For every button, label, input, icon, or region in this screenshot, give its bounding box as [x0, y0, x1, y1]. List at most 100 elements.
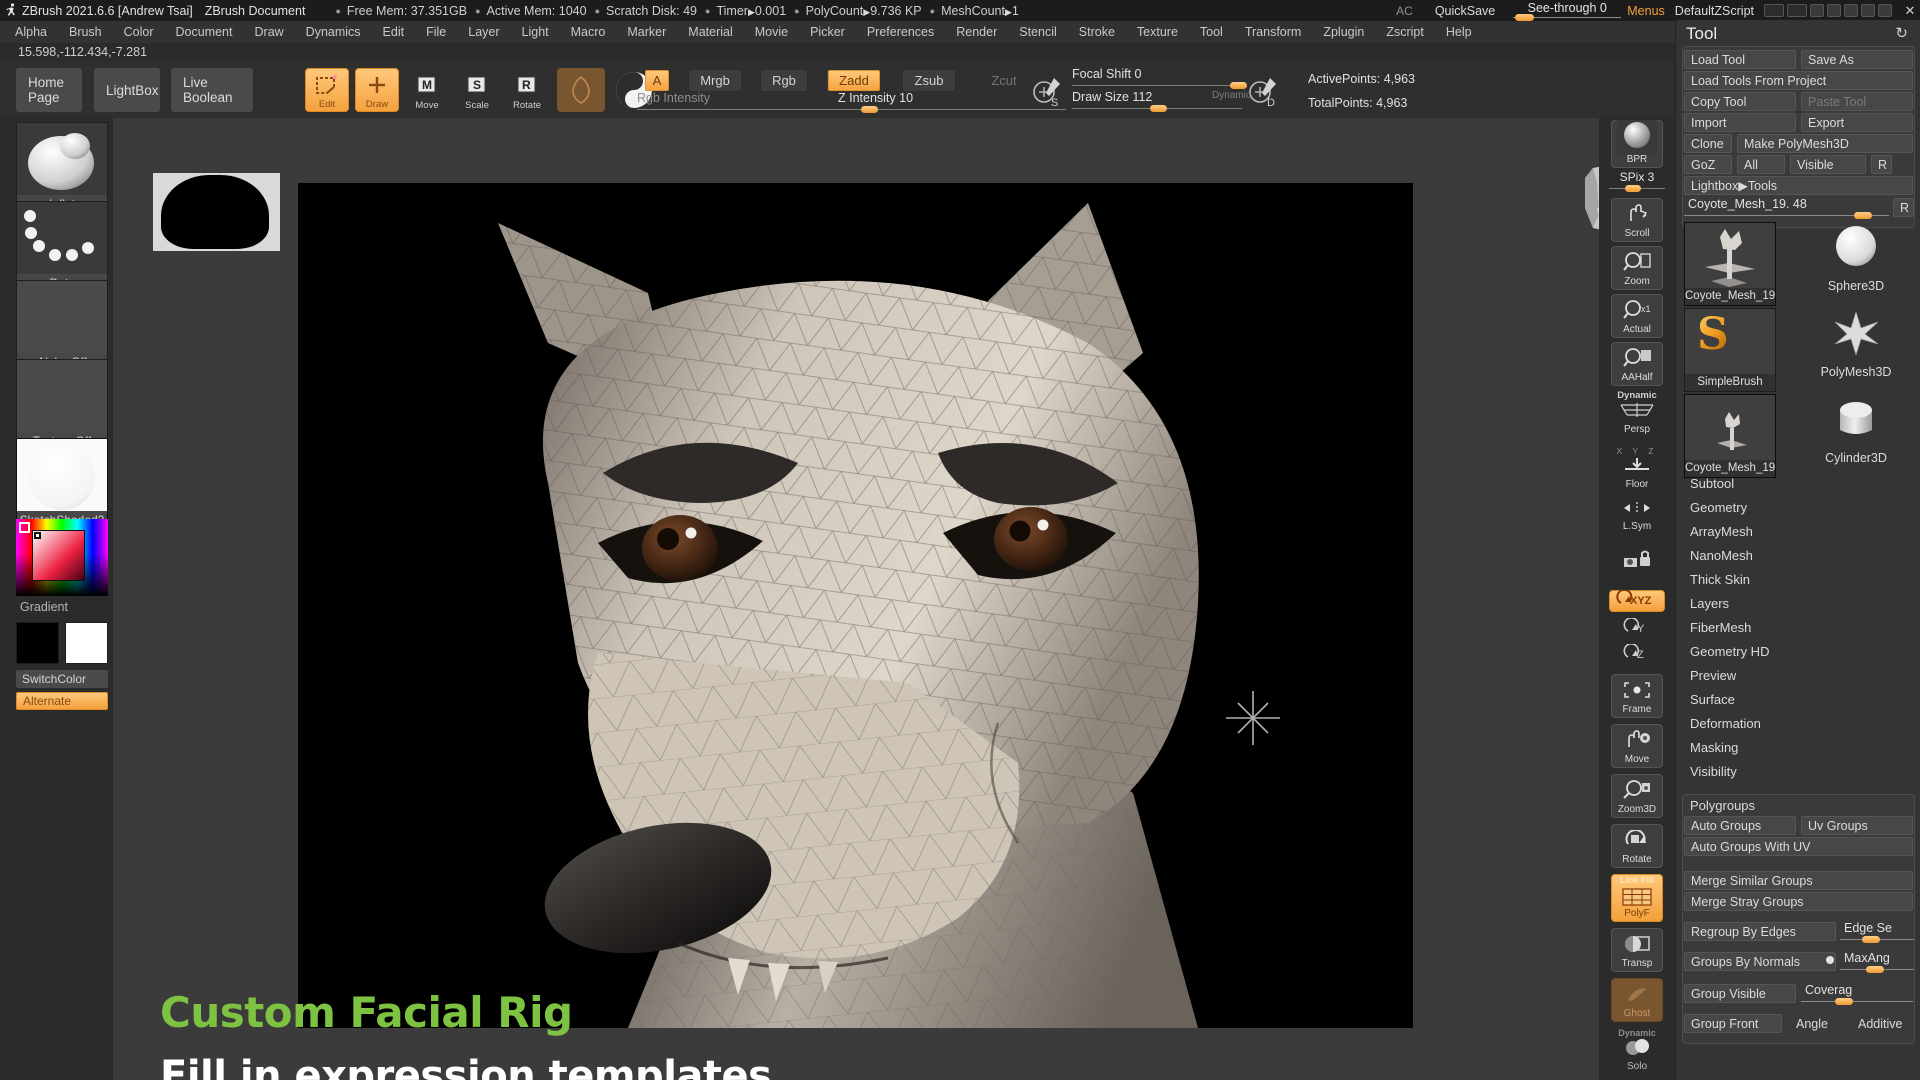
menu-file[interactable]: File [415, 22, 457, 42]
tool-paste-tool-button[interactable]: Paste Tool [1801, 92, 1913, 111]
tool-section-surface[interactable]: Surface [1690, 692, 1735, 707]
tool-export-button[interactable]: Export [1801, 113, 1913, 132]
shelf-current-brush-slot[interactable] [557, 68, 605, 112]
tool-thumbnail-1[interactable]: Sphere3D [1806, 224, 1906, 293]
menu-movie[interactable]: Movie [744, 22, 799, 42]
rshelf-transp-button[interactable]: Transp [1611, 928, 1663, 972]
tool-groups-by-normals-button[interactable]: Groups By Normals [1684, 952, 1836, 971]
menu-texture[interactable]: Texture [1126, 22, 1189, 42]
tool-group-visible-button[interactable]: Group Visible [1684, 984, 1796, 1003]
close-icon[interactable]: ✕ [1900, 3, 1920, 19]
shelf-home-page-button[interactable]: Home Page [16, 68, 82, 112]
spix-slider[interactable]: SPix 3 [1609, 170, 1665, 192]
reset-circular-arrow-icon[interactable]: ↻ [1895, 24, 1908, 42]
shelf-mode-mrgb[interactable]: Mrgb [689, 70, 741, 91]
tool-regroup-by-edges-button[interactable]: Regroup By Edges [1684, 922, 1836, 941]
ui-toggle-icon-2[interactable] [1787, 4, 1807, 17]
tool-section-layers[interactable]: Layers [1690, 596, 1729, 611]
shelf-rotate-button[interactable]: R Rotate [505, 68, 549, 112]
menu-dynamics[interactable]: Dynamics [295, 22, 372, 42]
current-tool-slider[interactable]: Coyote_Mesh_19. 48 [1684, 197, 1889, 219]
see-through-slider[interactable]: See-through 0 [1513, 0, 1622, 21]
tool-thumbnail-3[interactable]: PolyMesh3D [1806, 310, 1906, 379]
rshelf-aahalf-button[interactable]: AAHalf [1611, 342, 1663, 386]
rshelf-zoom3d-button[interactable]: Zoom3D [1611, 774, 1663, 818]
tool-goz-button[interactable]: GoZ [1684, 155, 1732, 174]
focal-shift-slider[interactable]: Focal Shift 0 [1072, 67, 1248, 90]
rshelf-polyf-button[interactable]: Line Fill PolyF [1611, 874, 1663, 922]
tool-section-visibility[interactable]: Visibility [1690, 764, 1737, 779]
menu-picker[interactable]: Picker [799, 22, 856, 42]
menu-draw[interactable]: Draw [244, 22, 295, 42]
tool-lightbox-tools-button[interactable]: Lightbox▶Tools [1684, 176, 1913, 195]
tool-section-subtool[interactable]: Subtool [1690, 476, 1734, 491]
tool-section-nanomesh[interactable]: NanoMesh [1690, 548, 1753, 563]
groups-by-normals-toggle[interactable] [1826, 956, 1834, 964]
menu-stroke[interactable]: Stroke [1068, 22, 1126, 42]
menu-alpha[interactable]: Alpha [4, 22, 58, 42]
ui-toggle-icon-1[interactable] [1764, 4, 1784, 17]
edge-select-knob[interactable] [1862, 936, 1881, 943]
rshelf-rotate-button[interactable]: Rotate [1611, 824, 1663, 868]
bpr-button[interactable]: BPR [1611, 120, 1663, 168]
switch-color-button[interactable]: SwitchColor [16, 670, 108, 688]
tool-thumbnail-4[interactable]: Coyote_Mesh_19 [1684, 394, 1776, 478]
menu-transform[interactable]: Transform [1234, 22, 1313, 42]
tool-uv-groups-button[interactable]: Uv Groups [1801, 816, 1913, 835]
menu-layer[interactable]: Layer [457, 22, 510, 42]
persp-button[interactable]: Dynamic Persp [1609, 390, 1665, 435]
coverage-slider[interactable]: Coverag [1801, 983, 1913, 1005]
menus-label[interactable]: Menus [1627, 4, 1665, 18]
left-material-slot[interactable]: SketchShaded2 [16, 438, 108, 531]
main-color-swatch[interactable] [16, 622, 59, 664]
shelf-move-button[interactable]: M Move [405, 68, 449, 112]
tool-auto-groups-with-uv-button[interactable]: Auto Groups With UV [1684, 837, 1913, 856]
shelf-mode-a[interactable]: A [645, 70, 669, 91]
tool-section-masking[interactable]: Masking [1690, 740, 1738, 755]
tool-visible-button[interactable]: Visible [1790, 155, 1866, 174]
quicksave-button[interactable]: QuickSave [1435, 4, 1495, 18]
menu-macro[interactable]: Macro [560, 22, 617, 42]
tool-section-deformation[interactable]: Deformation [1690, 716, 1761, 731]
rshelf-frame-button[interactable]: Frame [1611, 674, 1663, 718]
shelf-draw-button[interactable]: Draw [355, 68, 399, 112]
tool-merge-stray-groups-button[interactable]: Merge Stray Groups [1684, 892, 1913, 911]
menu-edit[interactable]: Edit [372, 22, 416, 42]
shelf-mode-rgb[interactable]: Rgb [761, 70, 807, 91]
max-angle-knob[interactable] [1865, 966, 1884, 973]
coverage-knob[interactable] [1834, 998, 1853, 1005]
tool-r-button[interactable]: R [1871, 155, 1892, 174]
shelf-scale-button[interactable]: S Scale [455, 68, 499, 112]
tool-section-fibermesh[interactable]: FiberMesh [1690, 620, 1751, 635]
shelf-lightbox-button[interactable]: LightBox [94, 68, 160, 112]
menu-color[interactable]: Color [113, 22, 165, 42]
menu-render[interactable]: Render [945, 22, 1008, 42]
z-intensity-knob[interactable] [860, 106, 878, 113]
document-viewport[interactable] [298, 183, 1413, 1028]
rshelf-ghost-button[interactable]: Ghost [1611, 978, 1663, 1022]
tool-make-polymesh3d-button[interactable]: Make PolyMesh3D [1737, 134, 1913, 153]
menu-material[interactable]: Material [677, 22, 743, 42]
menu-light[interactable]: Light [511, 22, 560, 42]
canvas-area[interactable]: Custom Facial Rig Fill in expression tem… [113, 118, 1649, 1080]
menu-brush[interactable]: Brush [58, 22, 113, 42]
draw-size-knob[interactable] [1150, 105, 1168, 112]
tool-copy-tool-button[interactable]: Copy Tool [1684, 92, 1796, 111]
rshelf-scroll-button[interactable]: Scroll [1611, 198, 1663, 242]
menu-help[interactable]: Help [1435, 22, 1483, 42]
local-symmetry-button[interactable]: L.Sym [1609, 500, 1665, 540]
tool-load-tools-from-project-button[interactable]: Load Tools From Project [1684, 71, 1913, 90]
tool-group-front-button[interactable]: Group Front [1684, 1014, 1782, 1033]
ui-toggle-icon-3[interactable] [1810, 4, 1824, 17]
edge-select-slider[interactable]: Edge Se [1840, 921, 1914, 943]
tool-load-tool-button[interactable]: Load Tool [1684, 50, 1796, 69]
camera-lock-button[interactable] [1609, 548, 1665, 582]
shelf-mode-zadd[interactable]: Zadd [828, 70, 880, 91]
tool-r-button[interactable]: R [1893, 198, 1914, 217]
rotate-axis-y-button[interactable]: Y [1609, 616, 1665, 640]
tool-save-as-button[interactable]: Save As [1801, 50, 1913, 69]
current-tool-knob[interactable] [1854, 212, 1873, 219]
tool-section-geometry[interactable]: Geometry [1690, 500, 1747, 515]
tool-section-geometry-hd[interactable]: Geometry HD [1690, 644, 1769, 659]
tool-section-thick-skin[interactable]: Thick Skin [1690, 572, 1750, 587]
